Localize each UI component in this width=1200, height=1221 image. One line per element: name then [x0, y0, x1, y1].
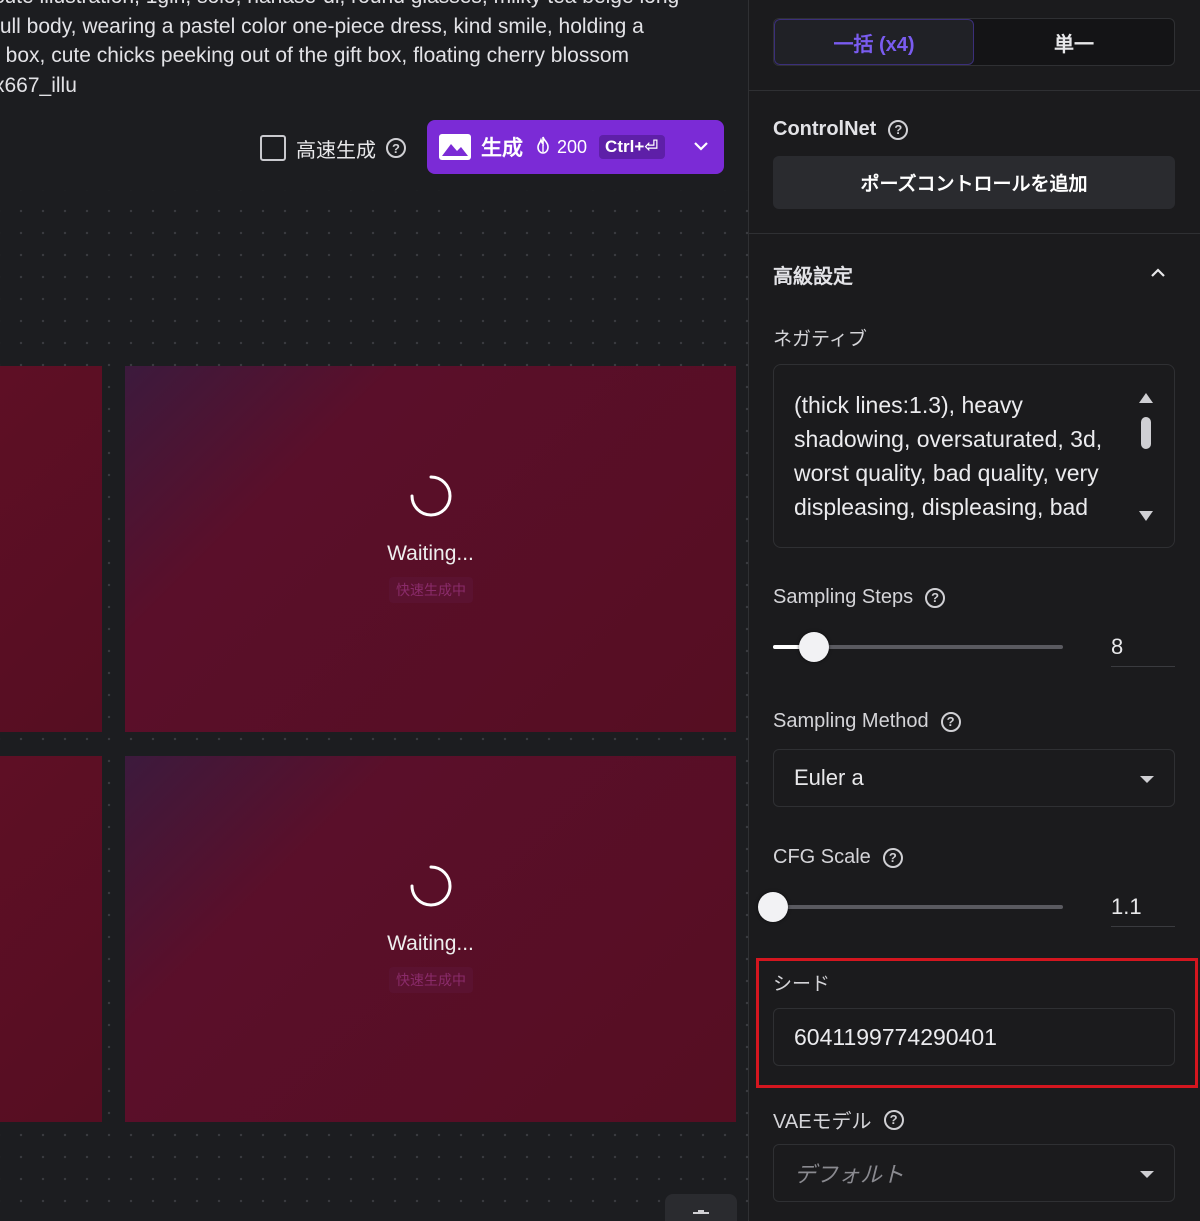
divider: [749, 233, 1200, 234]
question-circle-icon[interactable]: ?: [940, 711, 961, 732]
fast-generate-label: 高速生成: [296, 139, 376, 162]
caret-down-icon: [1140, 1171, 1154, 1178]
seed-label-text: シード: [773, 974, 831, 995]
divider: [749, 90, 1200, 91]
vae-model-placeholder: デフォルト: [794, 1162, 905, 1187]
fast-generating-badge: 快速生成中: [389, 577, 473, 603]
flame-icon: [535, 136, 551, 159]
sampling-steps-value[interactable]: 8: [1111, 627, 1175, 667]
image-tile-3[interactable]: [0, 756, 102, 1122]
question-circle-icon[interactable]: ?: [883, 1109, 904, 1130]
chevron-down-icon[interactable]: [692, 137, 710, 160]
waiting-text: Waiting...: [387, 542, 474, 565]
canvas-area: cute illustration, 1girl, solo, nahase-d…: [0, 0, 748, 1221]
settings-panel: 一括 (x4) 単一 ControlNet ? ポーズコントロールを追加 高級設…: [748, 0, 1200, 1221]
caret-down-icon: [1140, 776, 1154, 783]
fast-generating-badge: 快速生成中: [389, 967, 473, 993]
advanced-settings-title[interactable]: 高級設定: [773, 260, 853, 289]
mode-batch-button[interactable]: 一括 (x4): [774, 19, 974, 65]
sampling-method-text: Sampling Method: [773, 710, 929, 732]
delete-button[interactable]: [665, 1194, 737, 1221]
generate-shortcut: Ctrl+⏎: [599, 135, 665, 159]
image-tile-2[interactable]: Waiting... 快速生成中: [125, 366, 736, 732]
image-icon: [439, 134, 471, 160]
mode-toggle[interactable]: 一括 (x4) 単一: [773, 18, 1175, 66]
scroll-down-icon[interactable]: [1139, 511, 1153, 521]
negative-label-text: ネガティブ: [773, 329, 867, 350]
cfg-scale-slider[interactable]: [758, 892, 1063, 922]
cfg-scale-value[interactable]: 1.1: [1111, 887, 1175, 927]
add-pose-control-button[interactable]: ポーズコントロールを追加: [773, 156, 1175, 209]
image-tile-1[interactable]: [0, 366, 102, 732]
sampling-steps-text: Sampling Steps: [773, 586, 914, 608]
question-circle-icon[interactable]: ?: [386, 138, 406, 158]
slider-thumb[interactable]: [758, 892, 788, 922]
question-circle-icon[interactable]: ?: [925, 587, 946, 608]
vae-model-label: VAEモデル ?: [773, 1105, 904, 1134]
vae-model-select[interactable]: デフォルト: [773, 1144, 1175, 1202]
advanced-settings-text: 高級設定: [773, 266, 853, 288]
generate-button[interactable]: 生成 200 Ctrl+⏎: [427, 120, 724, 174]
fast-generate-option[interactable]: 高速生成 ?: [260, 134, 406, 162]
prompt-area[interactable]: cute illustration, 1girl, solo, nahase-d…: [0, 0, 748, 110]
negative-prompt-text[interactable]: (thick lines:1.3), heavy shadowing, over…: [794, 388, 1139, 524]
seed-input[interactable]: 6041199774290401: [773, 1008, 1175, 1066]
negative-scrollbar[interactable]: [1138, 389, 1154, 525]
sampling-method-select[interactable]: Euler a: [773, 749, 1175, 807]
scrollbar-thumb[interactable]: [1141, 417, 1151, 449]
image-tile-4[interactable]: Waiting... 快速生成中: [125, 756, 736, 1122]
sampling-steps-slider[interactable]: [773, 632, 1063, 662]
cfg-scale-text: CFG Scale: [773, 846, 871, 868]
fast-generate-checkbox[interactable]: [260, 135, 286, 161]
question-circle-icon[interactable]: ?: [888, 119, 909, 140]
generate-label: 生成: [481, 137, 523, 160]
controlnet-title: ControlNet ?: [773, 118, 909, 141]
spinner-icon: [410, 475, 452, 517]
scroll-up-icon[interactable]: [1139, 393, 1153, 403]
chevron-up-icon[interactable]: [1150, 266, 1166, 285]
mode-single-button[interactable]: 単一: [974, 19, 1174, 65]
negative-prompt-textarea[interactable]: (thick lines:1.3), heavy shadowing, over…: [773, 364, 1175, 548]
spinner-icon: [410, 865, 452, 907]
sampling-method-label: Sampling Method ?: [773, 710, 961, 733]
cfg-scale-label: CFG Scale ?: [773, 846, 903, 869]
negative-label: ネガティブ: [773, 324, 867, 351]
trash-icon: [693, 1210, 709, 1214]
sampling-steps-label: Sampling Steps ?: [773, 586, 946, 609]
prompt-text[interactable]: cute illustration, 1girl, solo, nahase-d…: [0, 0, 714, 100]
seed-label: シード: [773, 969, 830, 996]
generate-cost: 200: [557, 136, 588, 157]
question-circle-icon[interactable]: ?: [882, 847, 903, 868]
slider-thumb[interactable]: [798, 632, 829, 662]
vae-model-text: VAEモデル: [773, 1111, 872, 1133]
waiting-text: Waiting...: [387, 932, 474, 955]
sampling-method-value: Euler a: [794, 765, 864, 790]
controlnet-title-text: ControlNet: [773, 118, 877, 140]
generate-row: 高速生成 ? 生成 200 Ctrl+⏎: [0, 110, 748, 190]
